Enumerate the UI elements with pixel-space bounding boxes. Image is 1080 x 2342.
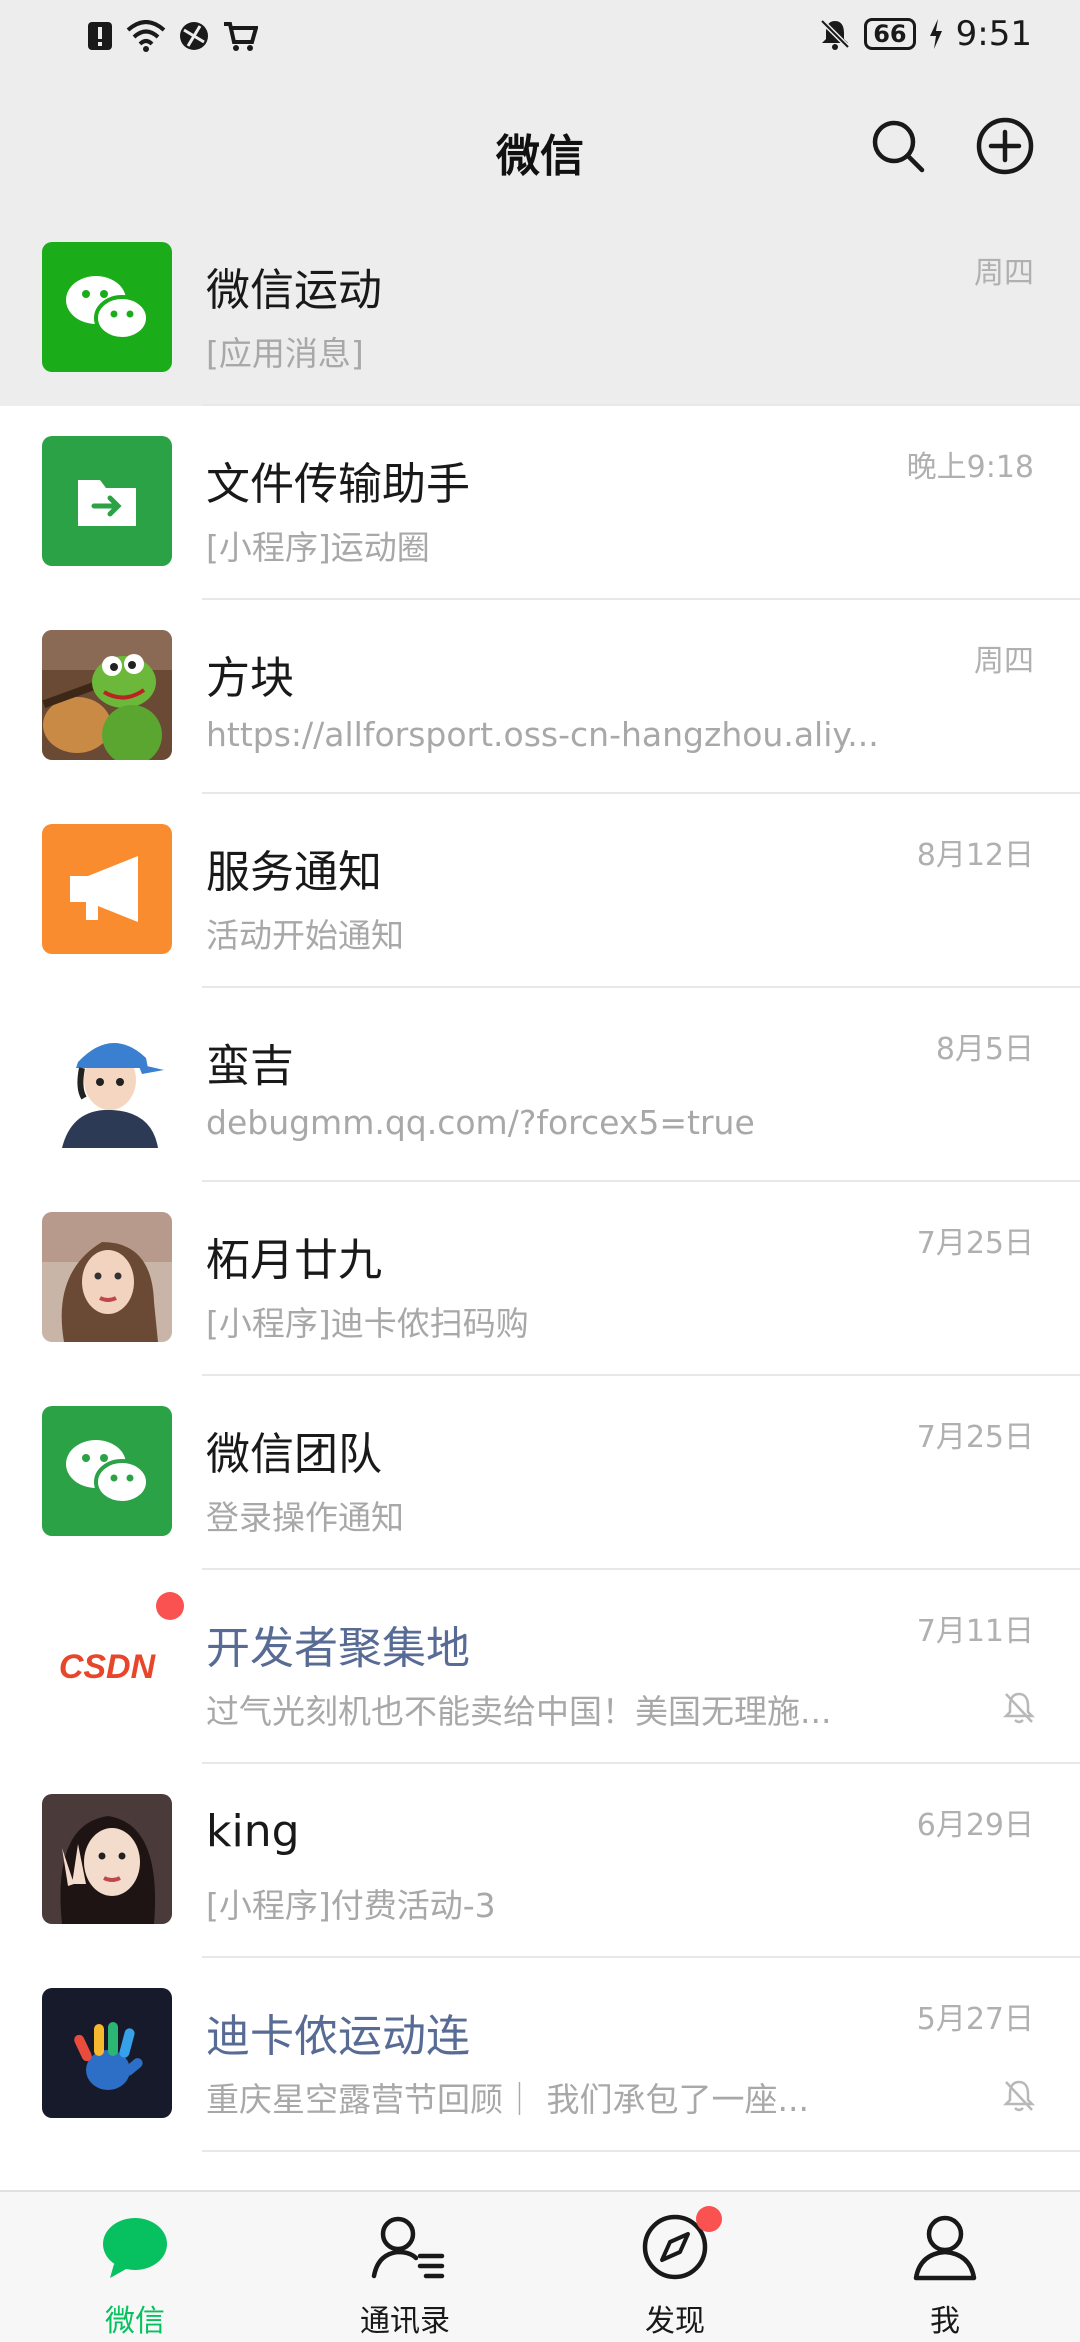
chat-time: 7月25日 bbox=[916, 1420, 1034, 1455]
chat-name: 开发者聚集地 bbox=[206, 1623, 470, 1674]
avatar bbox=[42, 242, 172, 372]
chat-item[interactable]: CSDN 开发者聚集地 过气光刻机也不能卖给中国！美国无理施... 7月11日 bbox=[0, 1570, 1080, 1764]
badge-dot bbox=[696, 2206, 722, 2232]
tab-contacts[interactable]: 通讯录 bbox=[270, 2192, 540, 2342]
avatar bbox=[42, 1212, 172, 1342]
chat-time: 5月27日 bbox=[916, 2002, 1034, 2037]
divider bbox=[202, 2150, 1080, 2152]
chat-preview: [小程序]运动圈 bbox=[206, 528, 430, 567]
vpn-globe-icon bbox=[180, 22, 208, 50]
tab-label: 通讯录 bbox=[360, 2304, 450, 2339]
mute-bell-icon bbox=[820, 19, 851, 50]
bottom-tab-bar: 微信 通讯录 发现 我 bbox=[0, 2190, 1080, 2342]
chat-time: 7月11日 bbox=[916, 1614, 1034, 1649]
chat-time: 周四 bbox=[974, 256, 1034, 291]
mute-bell-icon bbox=[1002, 2080, 1036, 2112]
chat-item[interactable]: 方块 https://allforsport.oss-cn-hangzhou.a… bbox=[0, 600, 1080, 794]
unread-dot bbox=[156, 1592, 184, 1620]
tab-label: 我 bbox=[930, 2304, 960, 2339]
megaphone-icon bbox=[42, 824, 172, 954]
avatar bbox=[42, 1794, 172, 1924]
chat-item[interactable]: 服务通知 活动开始通知 8月12日 bbox=[0, 794, 1080, 988]
search-icon[interactable] bbox=[868, 116, 928, 176]
avatar: CSDN bbox=[42, 1600, 172, 1730]
tab-me[interactable]: 我 bbox=[810, 2192, 1080, 2342]
chat-preview: 登录操作通知 bbox=[206, 1498, 404, 1537]
avatar bbox=[42, 824, 172, 954]
chat-item[interactable]: 文件传输助手 [小程序]运动圈 晚上9:18 bbox=[0, 406, 1080, 600]
avatar bbox=[42, 1406, 172, 1536]
chat-time: 7月25日 bbox=[916, 1226, 1034, 1261]
chat-list: 微信运动 [应用消息] 周四 文件传输助手 [小程序]运动圈 晚上9:18 方块… bbox=[0, 212, 1080, 2152]
csdn-logo-icon: CSDN bbox=[42, 1600, 172, 1730]
chat-name: 柘月廿九 bbox=[206, 1235, 382, 1286]
chat-preview: 重庆星空露营节回顾｜ 我们承包了一座... bbox=[206, 2080, 809, 2119]
chat-time: 6月29日 bbox=[916, 1808, 1034, 1843]
avatar bbox=[42, 436, 172, 566]
avatar bbox=[42, 1988, 172, 2118]
chat-time: 8月12日 bbox=[916, 838, 1034, 873]
chat-bubble-icon bbox=[103, 2218, 167, 2278]
add-circle-icon[interactable] bbox=[975, 116, 1035, 176]
chat-preview: debugmm.qq.com/?forcex5=true bbox=[206, 1103, 755, 1142]
chat-item[interactable]: 微信团队 登录操作通知 7月25日 bbox=[0, 1376, 1080, 1570]
chat-preview: 活动开始通知 bbox=[206, 916, 404, 955]
chat-time: 周四 bbox=[974, 644, 1034, 679]
wechat-logo-icon bbox=[42, 1406, 172, 1536]
battery-level: 66 bbox=[864, 18, 916, 50]
status-right-icons: 66 9:51 bbox=[818, 14, 1032, 54]
svg-text:CSDN: CSDN bbox=[59, 1648, 157, 1686]
chat-name: 文件传输助手 bbox=[206, 459, 470, 510]
chat-name: 蛮吉 bbox=[206, 1041, 294, 1092]
chat-preview: https://allforsport.oss-cn-hangzhou.aliy… bbox=[206, 715, 879, 754]
status-bar: 66 9:51 bbox=[0, 0, 1080, 82]
avatar bbox=[42, 1018, 172, 1148]
file-transfer-icon bbox=[42, 436, 172, 566]
avatar bbox=[42, 630, 172, 760]
mute-bell-icon bbox=[1002, 1692, 1036, 1724]
chat-preview: [小程序]付费活动-3 bbox=[206, 1886, 496, 1925]
chat-time: 晚上9:18 bbox=[906, 450, 1034, 485]
chat-preview: [小程序]迪卡侬扫码购 bbox=[206, 1304, 529, 1343]
tab-discover[interactable]: 发现 bbox=[540, 2192, 810, 2342]
chat-item[interactable]: 微信运动 [应用消息] 周四 bbox=[0, 212, 1080, 406]
hand-logo-icon bbox=[42, 1988, 172, 2118]
chat-item[interactable]: king [小程序]付费活动-3 6月29日 bbox=[0, 1764, 1080, 1958]
status-left-icons bbox=[86, 20, 258, 52]
chat-item[interactable]: 柘月廿九 [小程序]迪卡侬扫码购 7月25日 bbox=[0, 1182, 1080, 1376]
cartoon-boy-icon bbox=[42, 1018, 172, 1148]
alert-icon bbox=[88, 22, 112, 50]
chat-name: 微信运动 bbox=[206, 265, 382, 316]
chat-name: 方块 bbox=[206, 653, 294, 704]
kermit-photo-icon bbox=[42, 630, 172, 760]
clock-time: 9:51 bbox=[955, 14, 1032, 54]
woman-portrait-icon bbox=[42, 1212, 172, 1342]
wifi-icon bbox=[126, 20, 166, 52]
chat-item[interactable]: 迪卡侬运动连 重庆星空露营节回顾｜ 我们承包了一座... 5月27日 bbox=[0, 1958, 1080, 2152]
cart-icon bbox=[224, 22, 258, 51]
profile-icon bbox=[913, 2215, 977, 2281]
tab-chats[interactable]: 微信 bbox=[0, 2192, 270, 2342]
tab-label: 微信 bbox=[105, 2304, 165, 2339]
chat-time: 8月5日 bbox=[935, 1032, 1034, 1067]
chat-name: 微信团队 bbox=[206, 1429, 382, 1480]
chat-preview: 过气光刻机也不能卖给中国！美国无理施... bbox=[206, 1692, 832, 1731]
app-header: 微信 bbox=[0, 82, 1080, 212]
tab-label: 发现 bbox=[645, 2304, 705, 2339]
charging-icon bbox=[929, 19, 942, 49]
chat-name: king bbox=[206, 1806, 300, 1857]
chat-preview: [应用消息] bbox=[206, 334, 364, 373]
girl-selfie-icon bbox=[42, 1794, 172, 1924]
chat-name: 迪卡侬运动连 bbox=[206, 2011, 470, 2062]
wechat-logo-icon bbox=[42, 242, 172, 372]
contacts-icon bbox=[371, 2216, 445, 2279]
chat-name: 服务通知 bbox=[206, 847, 382, 898]
chat-item[interactable]: 蛮吉 debugmm.qq.com/?forcex5=true 8月5日 bbox=[0, 988, 1080, 1182]
